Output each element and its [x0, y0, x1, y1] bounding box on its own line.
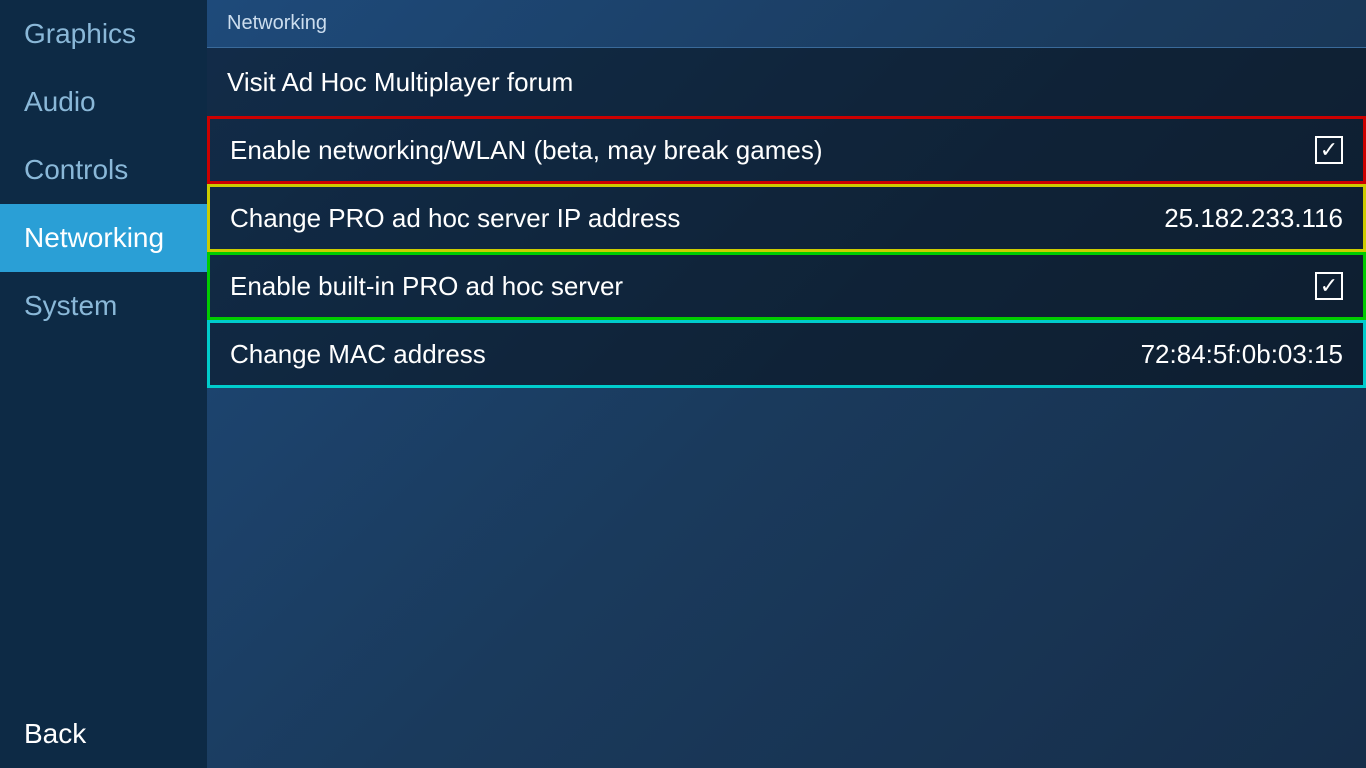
sidebar-item-label-graphics: Graphics — [24, 18, 136, 50]
enable-builtin-pro-label: Enable built-in PRO ad hoc server — [230, 271, 623, 302]
menu-item-change-mac[interactable]: Change MAC address 72:84:5f:0b:03:15 — [207, 320, 1366, 388]
sidebar-item-networking[interactable]: Networking — [0, 204, 207, 272]
sidebar-item-label-networking: Networking — [24, 222, 164, 254]
sidebar-item-label-controls: Controls — [24, 154, 128, 186]
menu-item-enable-networking[interactable]: Enable networking/WLAN (beta, may break … — [207, 116, 1366, 184]
visit-adhoc-label: Visit Ad Hoc Multiplayer forum — [227, 67, 573, 98]
sidebar: Graphics Audio Controls Networking Syste… — [0, 0, 207, 768]
change-mac-label: Change MAC address — [230, 339, 486, 370]
sidebar-item-controls[interactable]: Controls — [0, 136, 207, 204]
change-mac-value: 72:84:5f:0b:03:15 — [1141, 339, 1343, 370]
menu-item-visit-adhoc[interactable]: Visit Ad Hoc Multiplayer forum — [207, 48, 1366, 116]
sidebar-item-audio[interactable]: Audio — [0, 68, 207, 136]
enable-builtin-pro-checkbox[interactable]: ✓ — [1315, 272, 1343, 300]
change-pro-ip-value: 25.182.233.116 — [1164, 203, 1343, 234]
enable-networking-checkbox[interactable]: ✓ — [1315, 136, 1343, 164]
menu-item-change-pro-ip[interactable]: Change PRO ad hoc server IP address 25.1… — [207, 184, 1366, 252]
sidebar-item-graphics[interactable]: Graphics — [0, 0, 207, 68]
change-pro-ip-label: Change PRO ad hoc server IP address — [230, 203, 680, 234]
sidebar-item-label-audio: Audio — [24, 86, 96, 118]
section-title: Networking — [227, 12, 327, 34]
back-label: Back — [24, 718, 86, 749]
sidebar-item-system[interactable]: System — [0, 272, 207, 340]
main-content: Networking Visit Ad Hoc Multiplayer foru… — [207, 0, 1366, 768]
section-header: Networking — [207, 0, 1366, 48]
sidebar-item-label-system: System — [24, 290, 117, 322]
back-button[interactable]: Back — [0, 700, 207, 768]
enable-networking-label: Enable networking/WLAN (beta, may break … — [230, 135, 823, 166]
menu-item-enable-builtin-pro[interactable]: Enable built-in PRO ad hoc server ✓ — [207, 252, 1366, 320]
